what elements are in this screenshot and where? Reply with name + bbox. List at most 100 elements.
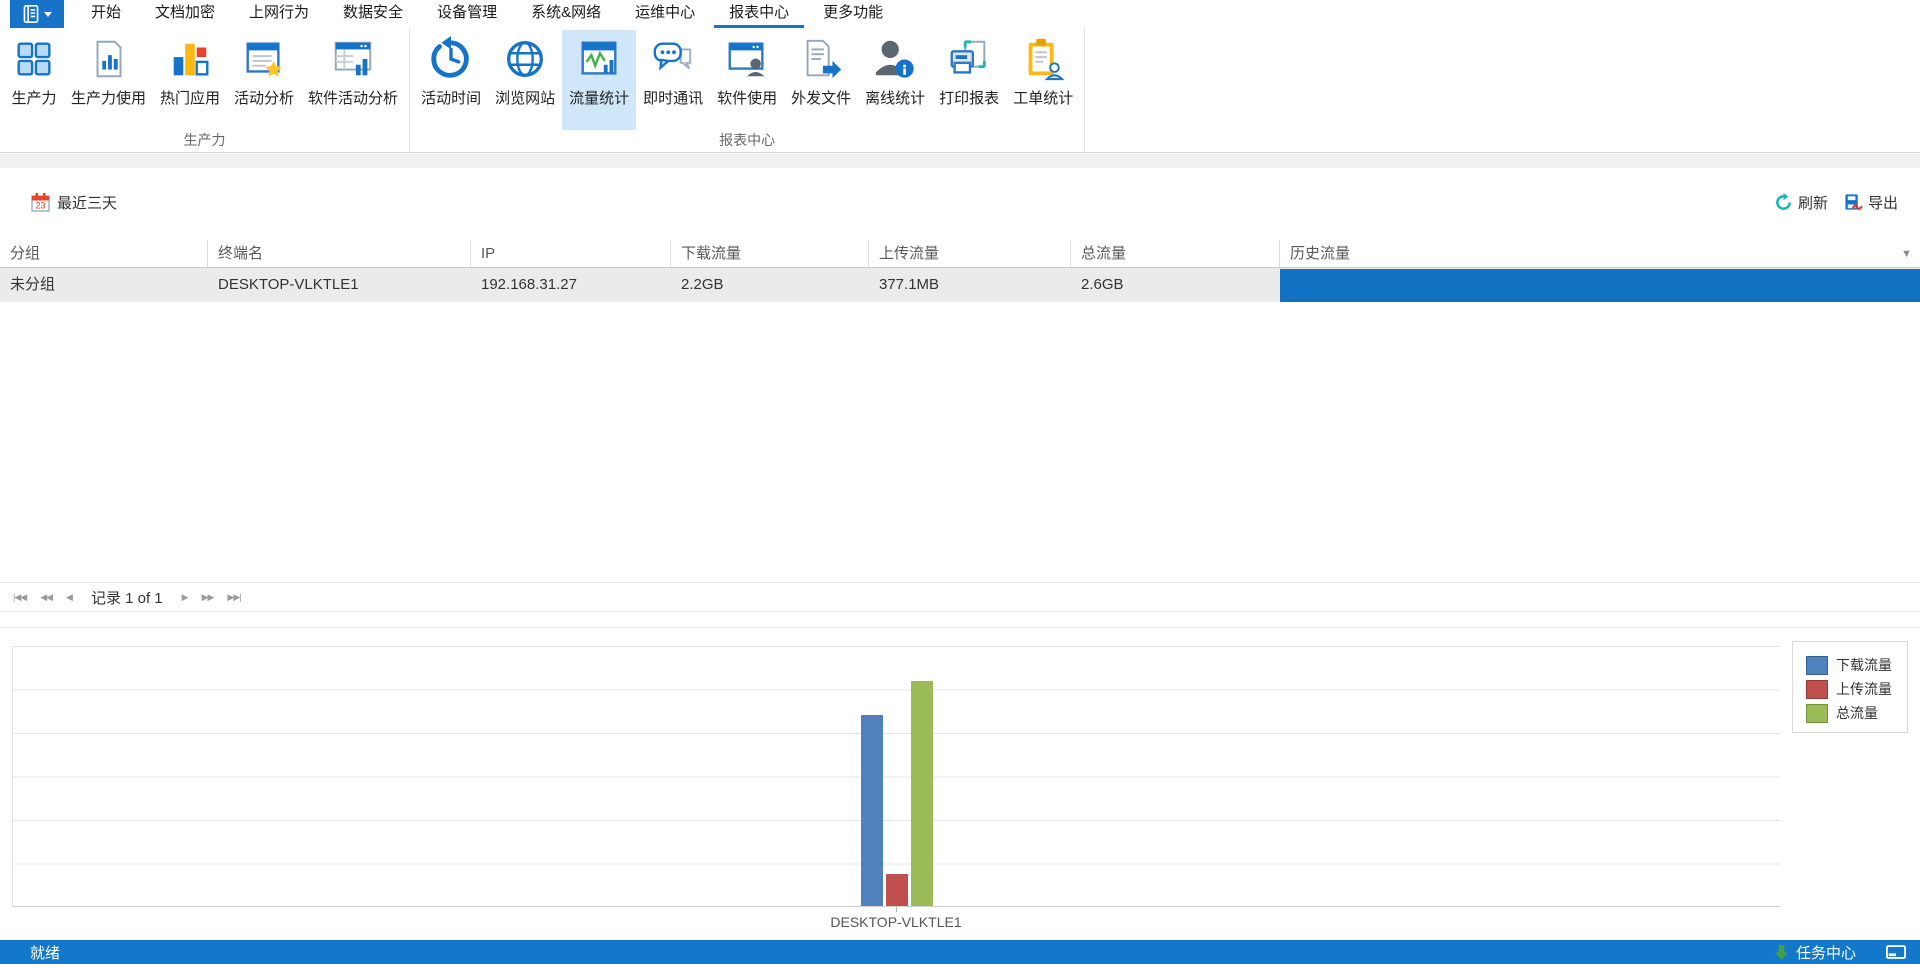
cell-ip: 192.168.31.27	[471, 268, 671, 302]
next-page-button[interactable]: ▶	[177, 588, 193, 607]
legend-swatch	[1806, 656, 1828, 675]
cell-terminal: DESKTOP-VLKTLE1	[208, 268, 471, 302]
column-header-download[interactable]: 下载流量	[671, 240, 869, 267]
tab-device-management[interactable]: 设备管理	[422, 0, 512, 28]
chart-bar	[911, 681, 933, 906]
chart-legend: 下载流量 上传流量 总流量	[1792, 641, 1908, 733]
column-chooser-icon[interactable]: ▼	[1901, 248, 1912, 260]
pagination-bar: |◀◀ ◀◀ ◀ 记录 1 of 1 ▶ ▶▶ ▶▶|	[0, 582, 1920, 612]
export-icon	[1844, 193, 1863, 212]
ribbon-button-activity-analysis[interactable]: 活动分析	[227, 30, 301, 130]
legend-swatch	[1806, 680, 1828, 699]
app-menu-button[interactable]	[10, 0, 64, 28]
ribbon-button-print-report[interactable]: 打印报表	[932, 30, 1006, 130]
view-toolbar: 23 最近三天 刷新 导出	[0, 188, 1920, 220]
tab-more-features[interactable]: 更多功能	[808, 0, 898, 28]
cell-history	[1280, 268, 1920, 302]
ribbon-button-browse-website[interactable]: 浏览网站	[488, 30, 562, 130]
work-order-stats-icon	[1020, 36, 1066, 82]
software-activity-analysis-icon	[330, 36, 376, 82]
legend-item: 下载流量	[1806, 653, 1907, 677]
ribbon-group-report-center: 活动时间 浏览网站 流量统计	[410, 28, 1085, 152]
first-page-button[interactable]: |◀◀	[8, 588, 31, 607]
x-axis-tick	[896, 907, 897, 912]
offline-stats-icon	[872, 36, 918, 82]
ribbon-button-traffic-stats[interactable]: 流量统计	[562, 30, 636, 130]
productivity-icon	[11, 36, 57, 82]
ribbon-button-productivity-usage[interactable]: 生产力使用	[64, 30, 153, 130]
menu-bar: 开始 文档加密 上网行为 数据安全 设备管理 系统&网络 运维中心 报表中心 更…	[0, 0, 1920, 28]
tab-start[interactable]: 开始	[76, 0, 136, 28]
tab-web-behavior[interactable]: 上网行为	[234, 0, 324, 28]
status-ready-label: 就绪	[30, 942, 60, 963]
productivity-usage-icon	[86, 36, 132, 82]
column-header-total[interactable]: 总流量	[1071, 240, 1280, 267]
table-row[interactable]: 未分组 DESKTOP-VLKTLE1 192.168.31.27 2.2GB …	[0, 268, 1920, 302]
column-header-terminal[interactable]: 终端名	[208, 240, 471, 267]
task-window-icon[interactable]	[1886, 945, 1906, 960]
browse-website-icon	[502, 36, 548, 82]
tab-data-security[interactable]: 数据安全	[328, 0, 418, 28]
ribbon-button-instant-messaging[interactable]: 即时通讯	[636, 30, 710, 130]
tab-report-center[interactable]: 报表中心	[714, 0, 804, 28]
ribbon-button-software-activity-analysis[interactable]: 软件活动分析	[301, 30, 405, 130]
last-page-button[interactable]: ▶▶|	[222, 588, 245, 607]
cell-upload: 377.1MB	[869, 268, 1071, 302]
ribbon-button-outgoing-files[interactable]: 外发文件	[784, 30, 858, 130]
ribbon-button-productivity[interactable]: 生产力	[4, 30, 64, 130]
ribbon-button-work-order-stats[interactable]: 工单统计	[1006, 30, 1080, 130]
tab-system-network[interactable]: 系统&网络	[516, 0, 616, 28]
software-usage-icon	[724, 36, 770, 82]
activity-analysis-icon	[241, 36, 287, 82]
chart-bar-group	[861, 681, 933, 906]
column-header-ip[interactable]: IP	[471, 240, 671, 267]
traffic-chart-panel: DESKTOP-VLKTLE1 下载流量 上传流量 总流量	[0, 627, 1920, 940]
column-header-group[interactable]: 分组	[0, 240, 208, 267]
prev-page-button[interactable]: ◀	[61, 588, 77, 607]
instant-messaging-icon	[650, 36, 696, 82]
status-bar: 就绪 任务中心	[0, 940, 1920, 964]
traffic-stats-icon	[576, 36, 622, 82]
column-header-upload[interactable]: 上传流量	[869, 240, 1071, 267]
ribbon-button-software-usage[interactable]: 软件使用	[710, 30, 784, 130]
cell-total: 2.6GB	[1071, 268, 1280, 302]
date-filter-label: 最近三天	[57, 192, 117, 213]
print-report-icon	[946, 36, 992, 82]
fast-next-page-button[interactable]: ▶▶	[197, 588, 219, 607]
ribbon-button-hot-apps[interactable]: 热门应用	[153, 30, 227, 130]
hot-apps-icon	[167, 36, 213, 82]
refresh-button[interactable]: 刷新	[1774, 192, 1828, 213]
record-count-label: 记录 1 of 1	[91, 587, 163, 608]
x-axis-category-label: DESKTOP-VLKTLE1	[12, 914, 1780, 930]
chevron-down-icon	[44, 12, 52, 17]
cell-group: 未分组	[0, 268, 208, 302]
tab-ops-center[interactable]: 运维中心	[620, 0, 710, 28]
grid-header: 分组 终端名 IP 下载流量 上传流量 总流量 历史流量	[0, 240, 1920, 268]
chart-bar	[886, 874, 908, 906]
date-range-filter[interactable]: 23 最近三天	[30, 192, 117, 213]
ribbon-button-activity-time[interactable]: 活动时间	[414, 30, 488, 130]
fast-prev-page-button[interactable]: ◀◀	[35, 588, 57, 607]
outgoing-files-icon	[798, 36, 844, 82]
cell-download: 2.2GB	[671, 268, 869, 302]
chart-plot	[12, 646, 1780, 907]
refresh-label: 刷新	[1798, 192, 1828, 213]
svg-text:23: 23	[35, 201, 45, 211]
app-menu-icon	[22, 4, 40, 24]
download-arrow-icon	[1775, 945, 1788, 960]
tab-doc-encryption[interactable]: 文档加密	[140, 0, 230, 28]
report-content-panel: 23 最近三天 刷新 导出	[0, 168, 1920, 940]
ribbon-button-offline-stats[interactable]: 离线统计	[858, 30, 932, 130]
legend-item: 总流量	[1806, 701, 1907, 725]
column-header-history[interactable]: 历史流量	[1280, 240, 1920, 267]
history-bar	[1280, 269, 1920, 302]
export-button[interactable]: 导出	[1844, 192, 1898, 213]
legend-item: 上传流量	[1806, 677, 1907, 701]
ribbon-group-productivity: 生产力 生产力使用 热门应用	[0, 28, 410, 152]
ribbon-group-label: 生产力	[0, 130, 409, 150]
calendar-icon: 23	[30, 192, 51, 213]
ribbon-group-label: 报表中心	[410, 130, 1084, 150]
legend-swatch	[1806, 704, 1828, 723]
task-center-button[interactable]: 任务中心	[1796, 942, 1856, 963]
ribbon-tabs: 开始 文档加密 上网行为 数据安全 设备管理 系统&网络 运维中心 报表中心 更…	[74, 0, 900, 28]
